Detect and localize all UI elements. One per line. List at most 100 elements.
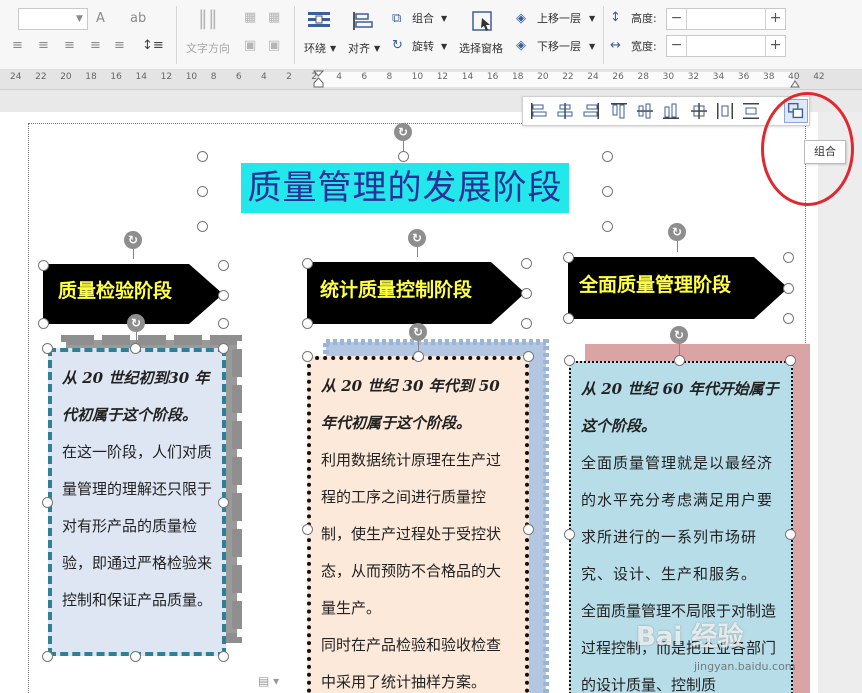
bring-forward-label[interactable]: 上移一层 — [537, 12, 581, 26]
distribute-horizontal-icon[interactable] — [715, 101, 735, 121]
resize-handle[interactable] — [783, 283, 794, 294]
resize-handle[interactable] — [523, 524, 534, 535]
stage-text-box-1[interactable]: 从 20 世纪初到30 年代初属于这个阶段。 在这一阶段，人们对质量管理的理解还… — [48, 348, 226, 656]
selection-pane-label[interactable]: 选择窗格 — [459, 42, 503, 56]
send-backward-label[interactable]: 下移一层 — [537, 40, 581, 54]
resize-handle[interactable] — [674, 355, 685, 366]
resize-handle[interactable] — [602, 186, 613, 197]
resize-handle[interactable] — [398, 151, 409, 162]
font-color-icon[interactable]: A — [96, 11, 105, 27]
stage-banner-3[interactable]: 全面质量管理阶段 — [568, 257, 790, 319]
rotate-chevron-icon[interactable]: ▼ — [441, 40, 447, 54]
resize-handle[interactable] — [218, 260, 229, 271]
resize-handle[interactable] — [521, 288, 532, 299]
rotate-handle-icon[interactable]: ↻ — [408, 229, 426, 247]
align-middle-icon[interactable] — [635, 101, 655, 121]
send-backward-chevron-icon[interactable]: ▼ — [589, 40, 595, 54]
height-increase-button[interactable]: + — [765, 9, 785, 29]
resize-handle[interactable] — [218, 651, 229, 662]
right-indent-marker-icon[interactable] — [790, 78, 800, 88]
text-box-icon[interactable]: ▦ — [244, 10, 256, 26]
rotate-handle-icon[interactable]: ↻ — [394, 123, 412, 141]
rotate-handle-icon[interactable]: ↻ — [670, 326, 688, 344]
bring-forward-icon[interactable]: ◈ — [516, 11, 526, 27]
resize-handle[interactable] — [302, 351, 313, 362]
rotate-handle-icon[interactable]: ↻ — [409, 323, 427, 341]
resize-handle[interactable] — [785, 355, 796, 366]
resize-handle[interactable] — [197, 186, 208, 197]
resize-handle[interactable] — [197, 151, 208, 162]
group-label[interactable]: 组合 — [412, 12, 434, 26]
height-stepper[interactable]: − + — [666, 8, 786, 30]
group-chevron-icon[interactable]: ▼ — [441, 12, 447, 26]
width-increase-button[interactable]: + — [765, 36, 785, 56]
height-decrease-button[interactable]: − — [667, 9, 687, 29]
resize-handle[interactable] — [521, 318, 532, 329]
rotate-handle-icon[interactable]: ↻ — [127, 314, 145, 332]
rotate-handle-icon[interactable]: ↻ — [668, 223, 686, 241]
rotate-icon[interactable]: ↻ — [392, 38, 403, 54]
resize-handle[interactable] — [564, 355, 575, 366]
resize-handle[interactable] — [783, 313, 794, 324]
horizontal-ruler[interactable]: 24 22 20 18 16 14 12 10 8 6 4 2 2 4 6 8 10 12 14 16 18 20 22 24… — [0, 70, 862, 90]
align-center-horizontal-icon[interactable] — [555, 101, 575, 121]
break-link-icon[interactable]: ▣ — [268, 38, 280, 54]
resize-handle[interactable] — [563, 313, 574, 324]
text-direction-label[interactable]: 文字方向 — [186, 42, 230, 56]
resize-handle[interactable] — [521, 258, 532, 269]
resize-handle[interactable] — [42, 651, 53, 662]
resize-handle[interactable] — [783, 252, 794, 263]
resize-handle[interactable] — [130, 343, 141, 354]
rotate-handle-icon[interactable]: ↻ — [124, 231, 142, 249]
resize-handle[interactable] — [523, 351, 534, 362]
resize-handle[interactable] — [42, 343, 53, 354]
resize-handle[interactable] — [218, 343, 229, 354]
diagram-title[interactable]: 质量管理的发展阶段 — [241, 163, 569, 213]
send-backward-icon[interactable]: ◈ — [516, 38, 526, 54]
align-center-icon[interactable]: ≡ — [38, 38, 49, 54]
resize-handle[interactable] — [302, 258, 313, 269]
resize-handle[interactable] — [413, 351, 424, 362]
rotate-label[interactable]: 旋转 — [412, 40, 434, 54]
resize-handle[interactable] — [130, 651, 141, 662]
align-label[interactable]: 对齐 — [348, 42, 370, 56]
stage-text-box-2[interactable]: 从 20 世纪 30 年代到 50 年代初属于这个阶段。 利用数据统计原理在生产… — [307, 356, 529, 693]
distribute-icon[interactable]: ≡ — [114, 38, 125, 54]
resize-handle[interactable] — [218, 290, 229, 301]
wrap-chevron-icon[interactable]: ▼ — [330, 42, 336, 56]
line-spacing-icon[interactable]: ↕≡ — [142, 38, 164, 54]
resize-handle[interactable] — [218, 497, 229, 508]
resize-handle[interactable] — [302, 318, 313, 329]
distribute-vertical-icon[interactable] — [741, 101, 761, 121]
selection-pane-icon[interactable] — [470, 10, 496, 32]
align-objects-icon[interactable] — [350, 10, 376, 32]
resize-handle[interactable] — [302, 524, 313, 535]
link-textbox-icon[interactable]: ▣ — [244, 38, 256, 54]
resize-handle[interactable] — [602, 221, 613, 232]
resize-handle[interactable] — [197, 221, 208, 232]
align-right-icon[interactable]: ≡ — [64, 38, 75, 54]
resize-handle[interactable] — [785, 529, 796, 540]
align-bottom-icon[interactable] — [661, 101, 681, 121]
align-right-icon[interactable] — [581, 101, 601, 121]
resize-handle[interactable] — [602, 151, 613, 162]
resize-handle[interactable] — [564, 529, 575, 540]
text-direction-icon[interactable]: ∥∥ — [198, 8, 218, 28]
stage-banner-2[interactable]: 统计质量控制阶段 — [307, 262, 527, 324]
clear-format-icon[interactable]: ab — [130, 11, 146, 27]
resize-handle[interactable] — [38, 260, 49, 271]
align-left-icon[interactable] — [529, 101, 549, 121]
chevron-down-icon[interactable]: ▼ — [76, 11, 83, 27]
resize-handle[interactable] — [38, 318, 49, 329]
wrap-text-icon[interactable] — [306, 10, 332, 32]
text-box-icon-2[interactable]: ▦ — [268, 10, 280, 26]
align-top-icon[interactable] — [609, 101, 629, 121]
bring-forward-chevron-icon[interactable]: ▼ — [589, 12, 595, 26]
align-chevron-icon[interactable]: ▼ — [374, 42, 380, 56]
group-icon[interactable]: ⧉ — [392, 11, 401, 27]
width-decrease-button[interactable]: − — [667, 36, 687, 56]
align-center-both-icon[interactable] — [689, 101, 709, 121]
wrap-label[interactable]: 环绕 — [304, 42, 326, 56]
resize-handle[interactable] — [563, 252, 574, 263]
layout-options-icon[interactable]: ▤ ▾ — [258, 674, 279, 688]
